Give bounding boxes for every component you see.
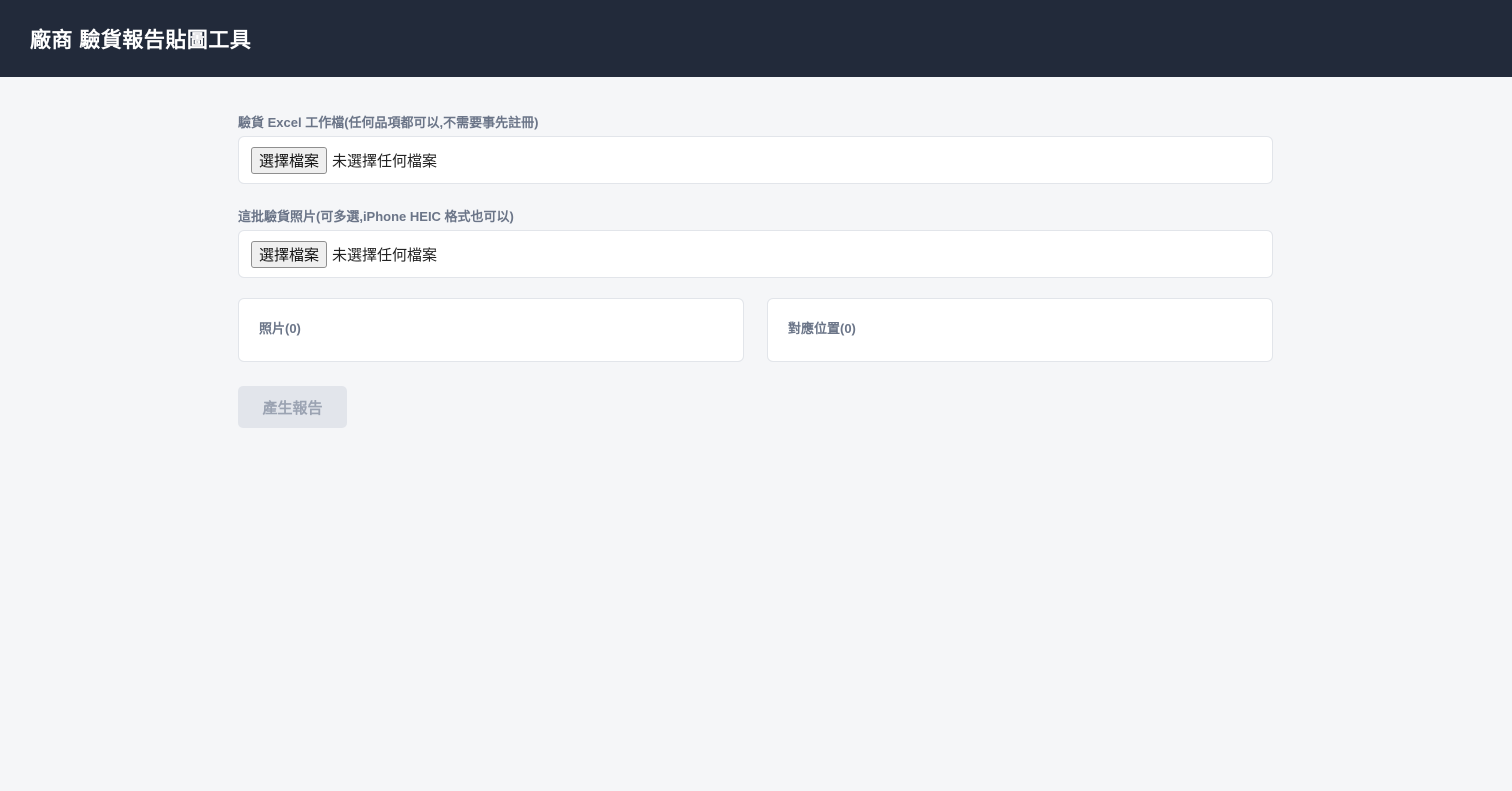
photos-panel: 照片(0) xyxy=(238,298,744,362)
photo-file-status: 未選擇任何檔案 xyxy=(332,246,438,264)
excel-choose-file-button[interactable]: 選擇檔案 xyxy=(251,146,328,174)
excel-file-status: 未選擇任何檔案 xyxy=(332,152,438,170)
app-title: 廠商 驗貨報告貼圖工具 xyxy=(30,28,252,52)
photo-choose-file-button[interactable]: 選擇檔案 xyxy=(251,240,328,268)
generate-report-button[interactable]: 產生報告 xyxy=(238,386,347,428)
excel-upload-label: 驗貨 Excel 工作檔(任何品項都可以,不需要事先註冊) xyxy=(238,115,539,130)
photo-file-input[interactable]: 選擇檔案 未選擇任何檔案 xyxy=(238,230,1273,278)
positions-panel-title: 對應位置(0) xyxy=(788,321,856,336)
excel-file-input[interactable]: 選擇檔案 未選擇任何檔案 xyxy=(238,136,1273,184)
positions-panel: 對應位置(0) xyxy=(767,298,1273,362)
top-bar: 廠商 驗貨報告貼圖工具 xyxy=(0,0,1512,77)
photo-upload-label: 這批驗貨照片(可多選,iPhone HEIC 格式也可以) xyxy=(238,209,514,224)
photos-panel-title: 照片(0) xyxy=(259,321,301,336)
